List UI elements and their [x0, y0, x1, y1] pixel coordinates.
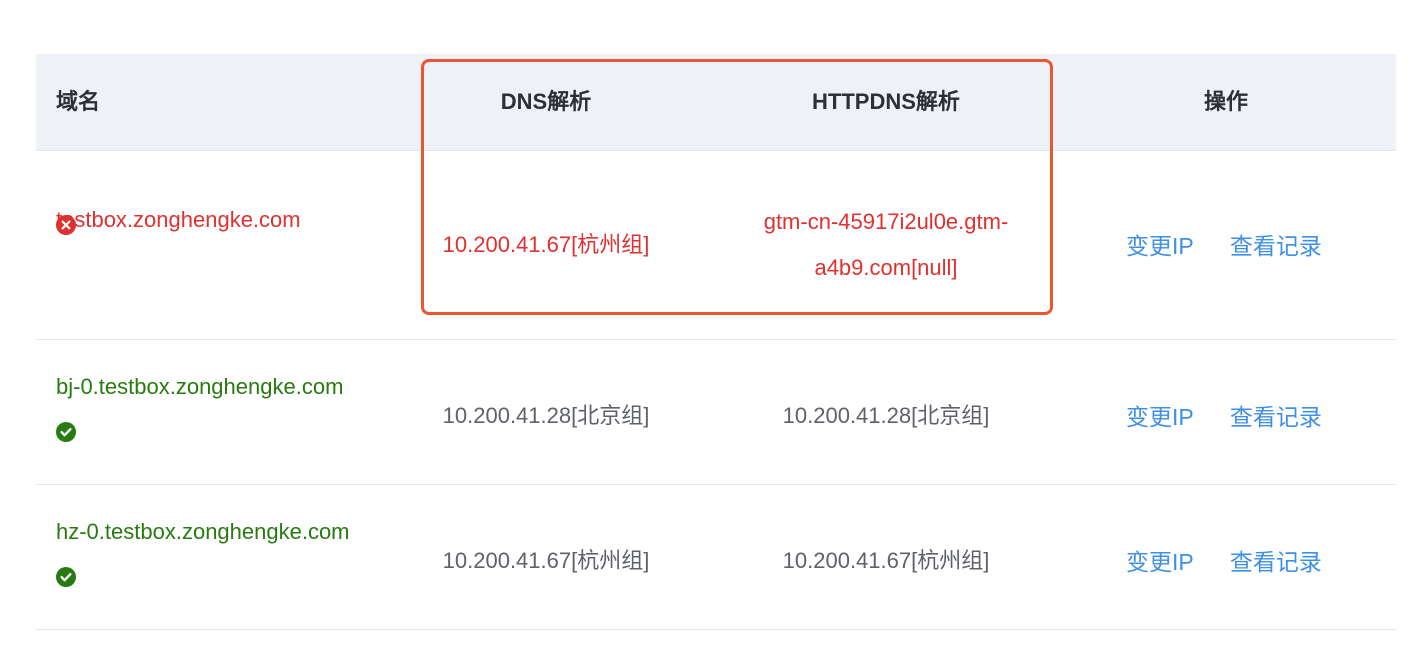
change-ip-link[interactable]: 变更IP	[1126, 233, 1194, 259]
error-circle-icon	[56, 215, 76, 236]
domain-cell-wrap	[56, 213, 76, 239]
dns-value: 10.200.41.28[北京组]	[442, 403, 650, 428]
row-actions: 变更IP 查看记录	[1126, 227, 1356, 261]
table-row: hz-0.testbox.zonghengke.com 10.200.41.67…	[36, 485, 1396, 630]
domain-text: hz-0.testbox.zonghengke.com	[56, 519, 350, 544]
view-log-link[interactable]: 查看记录	[1230, 549, 1322, 575]
dns-resolution-table: 域名 DNS解析 HTTPDNS解析 操作 testbox.zonghengke…	[36, 54, 1396, 630]
httpdns-value: 10.200.41.67[杭州组]	[782, 548, 990, 573]
dns-value: 10.200.41.67[杭州组]	[442, 548, 650, 573]
check-circle-icon	[56, 422, 76, 443]
table-header: 域名 DNS解析 HTTPDNS解析 操作	[36, 54, 1396, 151]
row-actions: 变更IP 查看记录	[1126, 398, 1356, 432]
httpdns-value: 10.200.41.28[北京组]	[782, 403, 990, 428]
check-circle-icon	[56, 567, 76, 588]
table-row: bj-0.testbox.zonghengke.com 10.200.41.28…	[36, 340, 1396, 485]
view-log-link[interactable]: 查看记录	[1230, 233, 1322, 259]
domain-text: bj-0.testbox.zonghengke.com	[56, 374, 344, 399]
header-domain: 域名	[56, 89, 101, 114]
domain-cell: hz-0.testbox.zonghengke.com	[56, 509, 356, 601]
table-row: testbox.zonghengke.com 10.200.41.67[杭州组]…	[36, 151, 1396, 340]
dns-value: 10.200.41.67[杭州组]	[442, 232, 650, 257]
change-ip-link[interactable]: 变更IP	[1126, 404, 1194, 430]
httpdns-value: gtm-cn-45917i2ul0e.gtm-a4b9.com[null]	[763, 209, 1009, 280]
domain-text: testbox.zonghengke.com	[56, 207, 301, 232]
change-ip-link[interactable]: 变更IP	[1126, 549, 1194, 575]
domain-cell: bj-0.testbox.zonghengke.com	[56, 364, 356, 456]
header-dns: DNS解析	[500, 89, 592, 114]
row-actions: 变更IP 查看记录	[1126, 543, 1356, 577]
header-httpdns: HTTPDNS解析	[812, 89, 960, 114]
view-log-link[interactable]: 查看记录	[1230, 404, 1322, 430]
header-actions: 操作	[1203, 89, 1248, 114]
